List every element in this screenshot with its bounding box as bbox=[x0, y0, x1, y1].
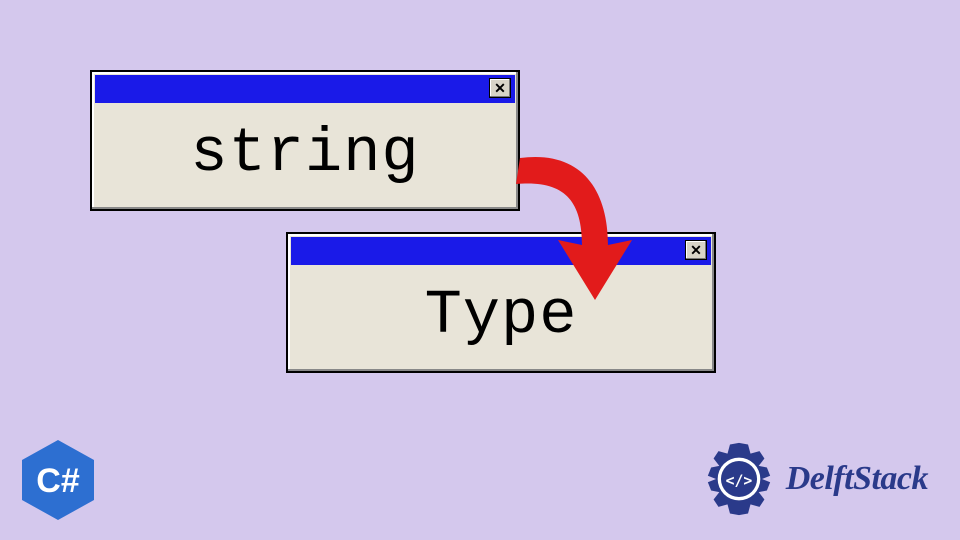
csharp-label: C# bbox=[36, 462, 80, 500]
close-icon: ✕ bbox=[494, 81, 506, 95]
brand-logo: </> DelftStack bbox=[698, 438, 928, 520]
titlebar-2: ✕ bbox=[291, 237, 711, 265]
window-type: ✕ Type bbox=[286, 232, 716, 373]
csharp-badge-icon: C# bbox=[22, 440, 94, 520]
window-content-2: Type bbox=[288, 268, 714, 371]
window-content-1: string bbox=[92, 106, 518, 209]
brand-code-icon: </> bbox=[725, 473, 752, 490]
close-icon: ✕ bbox=[690, 243, 702, 257]
gear-icon: </> bbox=[698, 438, 780, 520]
close-button-2[interactable]: ✕ bbox=[685, 240, 707, 260]
close-button-1[interactable]: ✕ bbox=[489, 78, 511, 98]
titlebar-1: ✕ bbox=[95, 75, 515, 103]
window-string: ✕ string bbox=[90, 70, 520, 211]
brand-name: DelftStack bbox=[786, 460, 928, 498]
